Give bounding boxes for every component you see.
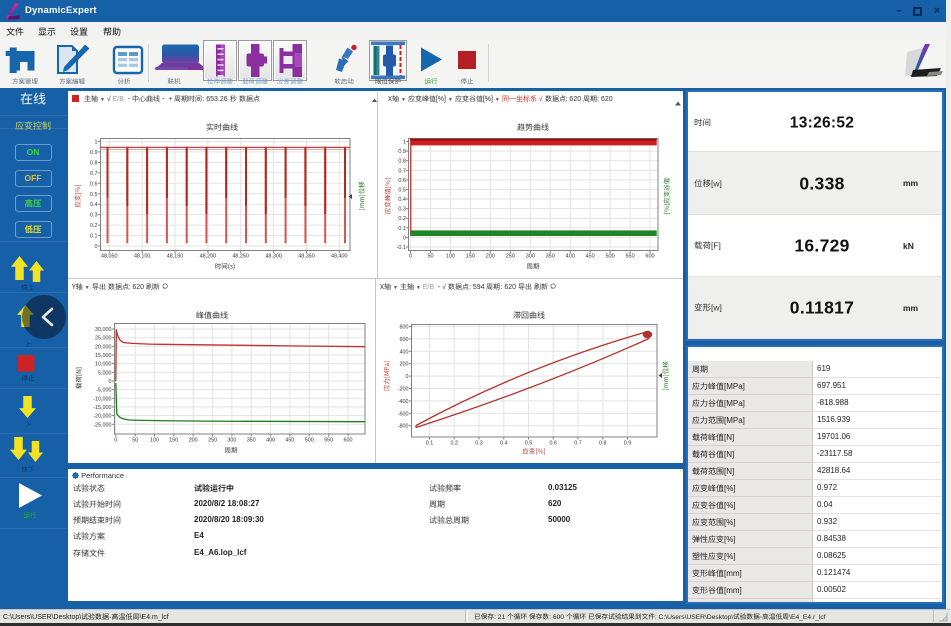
svg-text:100: 100	[446, 254, 455, 260]
svg-text:0: 0	[403, 235, 406, 241]
svg-text:48,400: 48,400	[331, 254, 348, 260]
svg-text:0.1: 0.1	[426, 441, 434, 447]
svg-text:550: 550	[626, 254, 635, 260]
svg-text:150: 150	[169, 438, 178, 444]
svg-text:-5,000: -5,000	[96, 388, 111, 394]
svg-text:0: 0	[109, 379, 112, 385]
svg-text:0: 0	[95, 244, 98, 250]
svg-text:0.9: 0.9	[624, 441, 632, 447]
svg-text:-25,000: -25,000	[93, 422, 111, 428]
svg-text:48,250: 48,250	[232, 254, 249, 260]
svg-text:-15,000: -15,000	[93, 405, 111, 411]
svg-text:0.5: 0.5	[90, 192, 98, 198]
svg-text:20,000: 20,000	[95, 344, 112, 350]
svg-text:0: 0	[406, 374, 409, 380]
svg-text:150: 150	[466, 254, 475, 260]
svg-text:600: 600	[400, 337, 409, 343]
svg-text:200: 200	[189, 438, 198, 444]
svg-text:0.3: 0.3	[90, 213, 98, 219]
svg-text:-0.1: -0.1	[397, 245, 406, 251]
svg-text:0.8: 0.8	[398, 159, 406, 165]
svg-text:48,100: 48,100	[134, 254, 151, 260]
svg-text:100: 100	[150, 438, 159, 444]
svg-text:200: 200	[486, 254, 495, 260]
svg-text:500: 500	[305, 438, 314, 444]
svg-text:1: 1	[95, 140, 98, 146]
svg-text:450: 450	[285, 438, 294, 444]
svg-text:-400: -400	[398, 399, 409, 405]
svg-text:30,000: 30,000	[95, 327, 112, 333]
svg-text:0.9: 0.9	[398, 149, 406, 155]
svg-text:0: 0	[114, 438, 117, 444]
svg-text:600: 600	[344, 438, 353, 444]
svg-text:48,200: 48,200	[200, 254, 217, 260]
svg-text:0.8: 0.8	[90, 160, 98, 166]
svg-text:400: 400	[566, 254, 575, 260]
svg-text:400: 400	[400, 349, 409, 355]
svg-text:0.9: 0.9	[90, 150, 98, 156]
svg-text:0.6: 0.6	[398, 178, 406, 184]
svg-text:0.7: 0.7	[398, 168, 406, 174]
svg-text:0.7: 0.7	[90, 171, 98, 177]
svg-text:550: 550	[324, 438, 333, 444]
svg-text:0.7: 0.7	[574, 441, 582, 447]
svg-text:0.4: 0.4	[90, 202, 98, 208]
svg-text:15,000: 15,000	[95, 353, 112, 359]
svg-text:250: 250	[208, 438, 217, 444]
svg-text:-600: -600	[398, 411, 409, 417]
svg-text:0: 0	[409, 254, 412, 260]
svg-text:0.2: 0.2	[450, 441, 458, 447]
svg-text:0.3: 0.3	[398, 207, 406, 213]
svg-text:300: 300	[227, 438, 236, 444]
svg-text:0.6: 0.6	[549, 441, 557, 447]
svg-text:0.2: 0.2	[398, 216, 406, 222]
svg-text:-10,000: -10,000	[93, 396, 111, 402]
svg-text:1: 1	[403, 140, 406, 146]
svg-text:25,000: 25,000	[95, 336, 112, 342]
svg-text:0.1: 0.1	[90, 234, 98, 240]
svg-text:450: 450	[586, 254, 595, 260]
svg-text:800: 800	[400, 325, 409, 331]
svg-text:0.4: 0.4	[500, 441, 508, 447]
svg-text:0.5: 0.5	[398, 187, 406, 193]
svg-text:0.1: 0.1	[398, 226, 406, 232]
svg-text:0.3: 0.3	[475, 441, 483, 447]
svg-text:50: 50	[427, 254, 433, 260]
svg-text:0.6: 0.6	[90, 181, 98, 187]
svg-text:600: 600	[645, 254, 654, 260]
svg-text:0.5: 0.5	[525, 441, 533, 447]
svg-text:500: 500	[606, 254, 615, 260]
svg-text:200: 200	[400, 362, 409, 368]
svg-text:10,000: 10,000	[95, 362, 112, 368]
svg-text:48,350: 48,350	[298, 254, 315, 260]
svg-text:0.8: 0.8	[599, 441, 607, 447]
svg-text:48,300: 48,300	[265, 254, 282, 260]
svg-text:0.2: 0.2	[90, 223, 98, 229]
svg-text:350: 350	[546, 254, 555, 260]
svg-text:400: 400	[266, 438, 275, 444]
svg-text:-20,000: -20,000	[93, 414, 111, 420]
svg-text:-800: -800	[398, 424, 409, 430]
svg-text:250: 250	[506, 254, 515, 260]
svg-text:350: 350	[247, 438, 256, 444]
svg-text:-200: -200	[398, 387, 409, 393]
svg-text:5,000: 5,000	[98, 370, 112, 376]
svg-text:0.4: 0.4	[398, 197, 406, 203]
svg-text:300: 300	[526, 254, 535, 260]
svg-text:48,050: 48,050	[101, 254, 118, 260]
svg-text:48,150: 48,150	[167, 254, 184, 260]
svg-text:50: 50	[132, 438, 138, 444]
